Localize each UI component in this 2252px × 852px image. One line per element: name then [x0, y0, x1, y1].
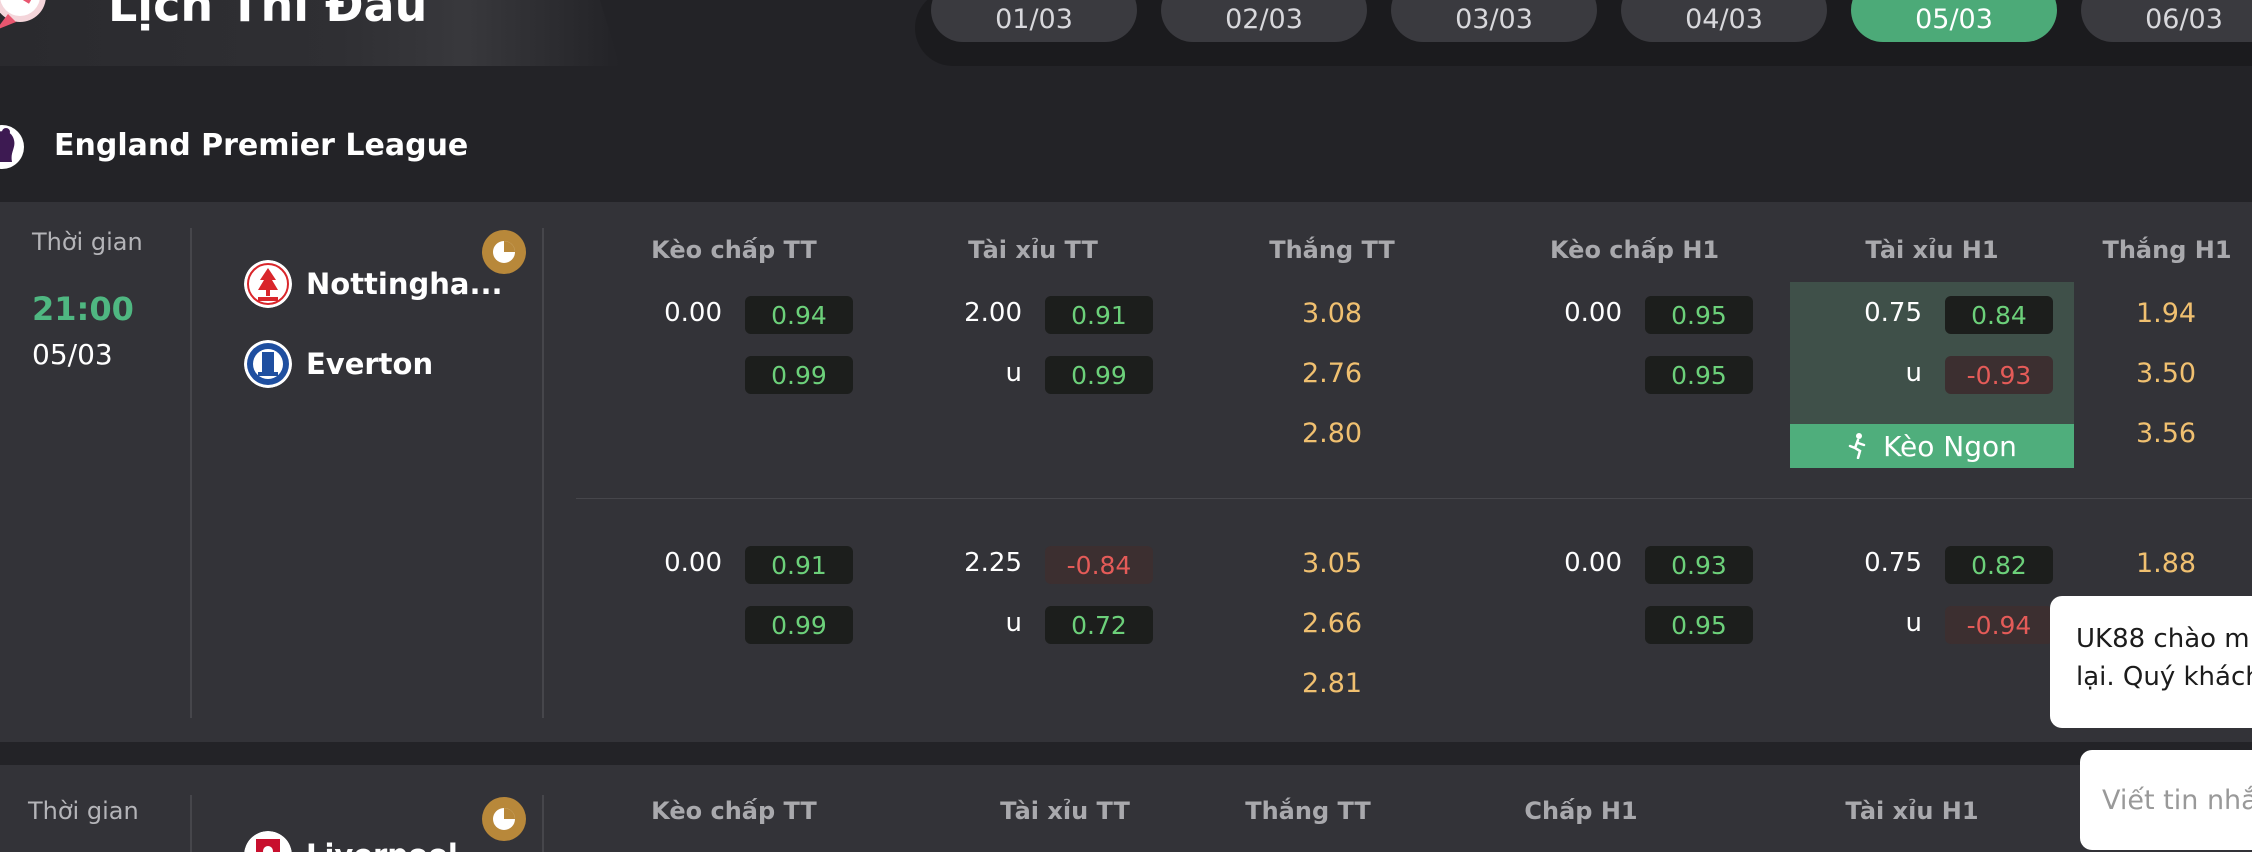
col-header-over-under-h1: Tài xỉu H1: [1865, 236, 1999, 264]
header: Lịch Thi Đấu 01/03 02/03 03/03 04/03 05/…: [0, 0, 2252, 78]
odds-button[interactable]: 0.93: [1645, 546, 1753, 584]
col-header-handicap-h1: Chấp H1: [1524, 797, 1638, 825]
divider: [542, 795, 544, 852]
clock-ball-icon: [0, 0, 46, 29]
odds-button[interactable]: 0.72: [1045, 606, 1153, 644]
date-tab-06-03[interactable]: 06/03: [2081, 0, 2252, 42]
odds-button[interactable]: 0.99: [745, 606, 853, 644]
win-odds[interactable]: 3.50: [2121, 358, 2211, 389]
handicap-line: 0.00: [1564, 548, 1622, 578]
win-odds[interactable]: 3.56: [2121, 418, 2211, 449]
col-header-over-under-ft: Tài xỉu TT: [968, 236, 1098, 264]
divider: [190, 228, 192, 718]
col-header-win-h1: Thắng H1: [2102, 236, 2232, 264]
col-header-over-under-ft: Tài xỉu TT: [1000, 797, 1130, 825]
match-card: Thời gian Liverpool Kèo chấp TT Tài xỉu …: [0, 765, 2252, 852]
chat-message-input[interactable]: Viết tin nhắ: [2080, 750, 2252, 850]
home-team-name: Liverpool: [306, 838, 458, 852]
time-label: Thời gian: [32, 228, 143, 256]
odds-button[interactable]: 0.91: [745, 546, 853, 584]
away-team[interactable]: Everton: [244, 340, 433, 388]
time-label: Thời gian: [28, 797, 139, 825]
odds-button[interactable]: 0.95: [1645, 296, 1753, 334]
win-odds[interactable]: 2.80: [1287, 418, 1377, 449]
win-odds[interactable]: 2.76: [1287, 358, 1377, 389]
under-label: u: [1905, 608, 1922, 638]
odds-button[interactable]: 0.82: [1945, 546, 2053, 584]
odds-button[interactable]: 0.91: [1045, 296, 1153, 334]
home-team[interactable]: Nottingha...: [244, 260, 503, 308]
odds-button[interactable]: 0.95: [1645, 356, 1753, 394]
schedule-page: Lịch Thi Đấu 01/03 02/03 03/03 04/03 05/…: [0, 0, 2252, 852]
over-under-line: 2.25: [964, 548, 1022, 578]
stats-pie-icon[interactable]: [482, 230, 526, 274]
win-odds[interactable]: 1.88: [2121, 548, 2211, 579]
nottingham-forest-crest-icon: [244, 260, 292, 308]
col-header-handicap-ft: Kèo chấp TT: [651, 236, 817, 264]
kickoff-time: 21:00: [32, 290, 134, 328]
home-team[interactable]: Liverpool: [244, 831, 458, 852]
everton-crest-icon: [244, 340, 292, 388]
col-header-over-under-h1: Tài xỉu H1: [1845, 797, 1979, 825]
win-odds[interactable]: 2.66: [1287, 608, 1377, 639]
handicap-line: 0.00: [664, 298, 722, 328]
runner-icon: [1848, 433, 1866, 459]
odds-button[interactable]: 0.99: [1045, 356, 1153, 394]
page-title: Lịch Thi Đấu: [108, 0, 428, 32]
date-tab-04-03[interactable]: 04/03: [1621, 0, 1827, 42]
keo-ngon-label: Kèo Ngon: [1883, 429, 2017, 463]
odds-button[interactable]: 0.84: [1945, 296, 2053, 334]
liverpool-crest-icon: [244, 831, 292, 852]
col-header-win-ft: Thắng TT: [1269, 236, 1395, 264]
chat-input-placeholder: Viết tin nhắ: [2102, 784, 2252, 816]
row-divider: [576, 498, 2252, 499]
over-under-line: 0.75: [1864, 298, 1922, 328]
chat-greeting-line: UK88 chào m: [2076, 624, 2250, 654]
odds-button[interactable]: 0.94: [745, 296, 853, 334]
divider: [190, 795, 192, 852]
odds-button[interactable]: 0.99: [745, 356, 853, 394]
win-odds[interactable]: 2.81: [1287, 668, 1377, 699]
under-label: u: [1005, 608, 1022, 638]
keo-ngon-badge[interactable]: Kèo Ngon: [1790, 424, 2074, 468]
over-under-line: 2.00: [964, 298, 1022, 328]
match-card: Thời gian 21:00 05/03 Nottingha... Evert…: [0, 202, 2252, 742]
win-odds[interactable]: 3.05: [1287, 548, 1377, 579]
premier-league-lion-icon: [0, 125, 24, 169]
away-team-name: Everton: [306, 347, 434, 381]
odds-button[interactable]: 0.95: [1645, 606, 1753, 644]
divider: [542, 228, 544, 718]
handicap-line: 0.00: [1564, 298, 1622, 328]
chat-greeting-line: lại. Quý khách: [2076, 662, 2252, 692]
win-odds[interactable]: 3.08: [1287, 298, 1377, 329]
match-date: 05/03: [32, 338, 113, 371]
col-header-win-ft: Thắng TT: [1245, 797, 1371, 825]
home-team-name: Nottingha...: [306, 267, 503, 301]
stats-pie-icon[interactable]: [482, 797, 526, 841]
over-under-line: 0.75: [1864, 548, 1922, 578]
date-selector: 01/03 02/03 03/03 04/03 05/03 06/03: [915, 0, 2252, 66]
win-odds[interactable]: 1.94: [2121, 298, 2211, 329]
league-name: England Premier League: [54, 128, 469, 163]
odds-button[interactable]: -0.84: [1045, 546, 1153, 584]
under-label: u: [1005, 358, 1022, 388]
odds-button[interactable]: -0.93: [1945, 356, 2053, 394]
date-tab-01-03[interactable]: 01/03: [931, 0, 1137, 42]
date-tab-03-03[interactable]: 03/03: [1391, 0, 1597, 42]
date-tab-05-03[interactable]: 05/03: [1851, 0, 2057, 42]
date-tab-02-03[interactable]: 02/03: [1161, 0, 1367, 42]
odds-button[interactable]: -0.94: [1945, 606, 2053, 644]
under-label: u: [1905, 358, 1922, 388]
col-header-handicap-ft: Kèo chấp TT: [651, 797, 817, 825]
handicap-line: 0.00: [664, 548, 722, 578]
chat-greeting-bubble[interactable]: UK88 chào m lại. Quý khách: [2050, 596, 2252, 728]
col-header-handicap-h1: Kèo chấp H1: [1550, 236, 1720, 264]
